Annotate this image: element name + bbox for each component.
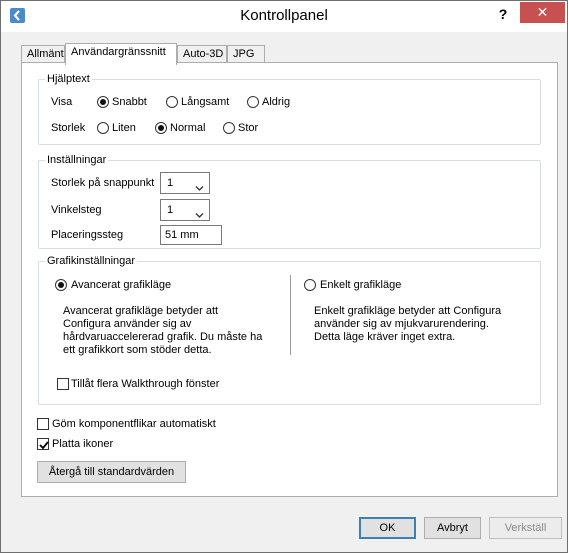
chevron-down-icon [195, 206, 204, 226]
radio-size-small-label[interactable]: Liten [112, 122, 136, 135]
radio-advanced-graphics[interactable] [55, 279, 67, 291]
hide-component-tabs-checkbox[interactable] [37, 418, 49, 430]
simple-desc-line: Detta läge kräver inget extra. [314, 331, 456, 343]
ok-button[interactable]: OK [359, 517, 416, 539]
simple-graphics-description: Enkelt grafikläge betyder att Configura … [314, 305, 501, 344]
radio-show-fast[interactable] [97, 96, 109, 108]
graphics-legend: Grafikinställningar [45, 255, 138, 268]
angle-step-select[interactable]: 1 [160, 199, 210, 221]
snap-size-select[interactable]: 1 [160, 172, 210, 194]
snap-size-label: Storlek på snappunkt [51, 177, 155, 189]
cancel-button[interactable]: Avbryt [424, 517, 481, 539]
close-button[interactable]: ✕ [520, 2, 565, 23]
radio-size-normal-label[interactable]: Normal [170, 122, 205, 135]
radio-advanced-graphics-label[interactable]: Avancerat grafikläge [71, 279, 171, 292]
advanced-desc-line: ett grafikkort som stöder detta. [63, 344, 212, 356]
radio-size-large-label[interactable]: Stor [238, 122, 258, 135]
radio-size-small[interactable] [97, 122, 109, 134]
chevron-down-icon [195, 179, 204, 199]
walkthrough-checkbox[interactable] [57, 378, 69, 390]
reset-defaults-button[interactable]: Återgå till standardvärden [37, 461, 186, 483]
flat-icons-label[interactable]: Platta ikoner [52, 438, 113, 451]
help-button[interactable]: ? [493, 4, 513, 24]
settings-legend: Inställningar [45, 154, 109, 167]
advanced-desc-line: Avancerat grafikläge betyder att [63, 305, 219, 317]
radio-size-normal[interactable] [155, 122, 167, 134]
radio-size-large[interactable] [223, 122, 235, 134]
snap-size-value: 1 [167, 177, 174, 189]
radio-show-slow-label[interactable]: Långsamt [181, 96, 229, 109]
checkmark-icon [39, 441, 49, 450]
placement-step-label: Placeringssteg [51, 229, 124, 241]
walkthrough-checkbox-label[interactable]: Tillåt flera Walkthrough fönster [71, 378, 219, 391]
advanced-desc-line: Configura använder sig av [63, 318, 192, 330]
radio-show-never[interactable] [247, 96, 259, 108]
simple-desc-line: Enkelt grafikläge betyder att Configura [314, 305, 502, 317]
help-text-group: Hjälptext Visa Snabbt Långsamt Aldrig St… [38, 73, 541, 145]
tab-user-interface[interactable]: Användargränssnitt [65, 43, 177, 65]
radio-show-never-label[interactable]: Aldrig [262, 96, 290, 109]
radio-simple-graphics-label[interactable]: Enkelt grafikläge [320, 279, 401, 292]
radio-show-slow[interactable] [166, 96, 178, 108]
apply-button[interactable]: Verkställ [489, 517, 562, 539]
window-title: Kontrollpanel [240, 7, 328, 24]
size-label: Storlek [51, 122, 86, 134]
advanced-graphics-description: Avancerat grafikläge betyder att Configu… [63, 305, 262, 357]
angle-step-label: Vinkelsteg [51, 204, 102, 216]
graphics-group: Grafikinställningar Avancerat grafikläge… [38, 255, 541, 405]
placement-step-input[interactable]: 51 mm [160, 225, 222, 245]
radio-show-fast-label[interactable]: Snabbt [112, 96, 147, 109]
flat-icons-checkbox[interactable] [37, 438, 49, 450]
radio-simple-graphics[interactable] [304, 279, 316, 291]
advanced-desc-line: hårdvaruaccelererad grafik. Du måste ha [63, 331, 263, 343]
user-interface-panel: Hjälptext Visa Snabbt Långsamt Aldrig St… [21, 62, 558, 497]
help-text-legend: Hjälptext [45, 73, 92, 86]
angle-step-value: 1 [167, 204, 174, 216]
hide-component-tabs-label[interactable]: Göm komponentflikar automatiskt [52, 418, 216, 431]
control-panel-dialog: Kontrollpanel ? ✕ Allmänt Användargränss… [0, 0, 568, 553]
title-bar[interactable]: Kontrollpanel ? ✕ [1, 1, 567, 32]
graphics-divider [290, 275, 291, 355]
simple-desc-line: använder sig av mjukvarurendering. [314, 318, 489, 330]
show-label: Visa [51, 96, 73, 108]
settings-group: Inställningar Storlek på snappunkt 1 Vin… [38, 154, 541, 249]
